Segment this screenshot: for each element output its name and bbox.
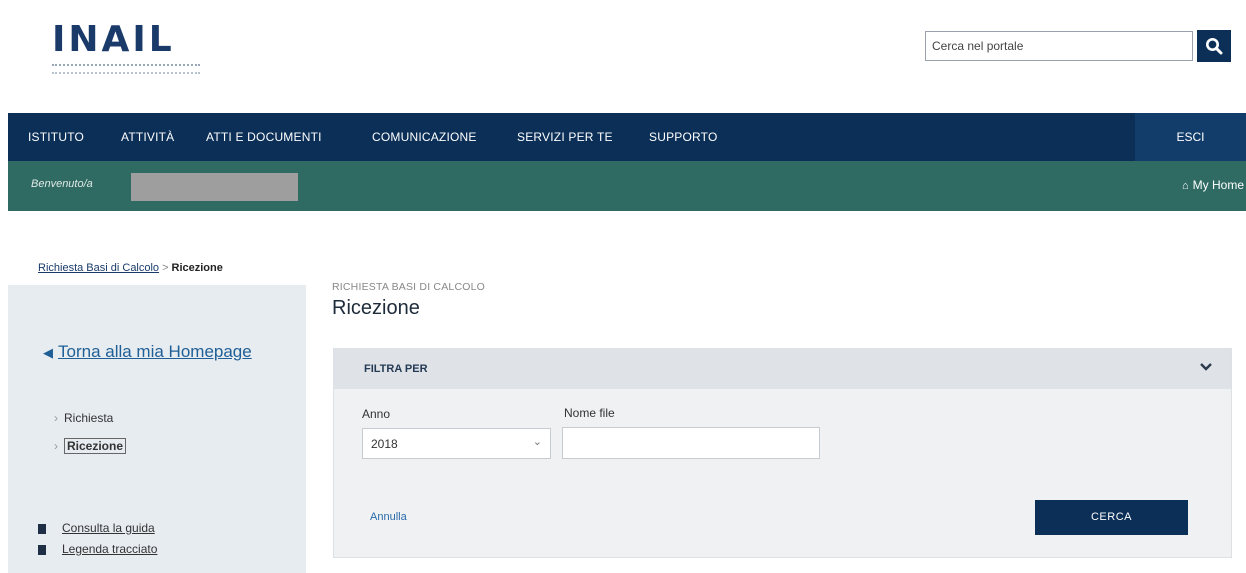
logo-subtitle (52, 64, 200, 74)
chevron-down-icon: ⌄ (532, 436, 542, 448)
anno-select[interactable]: 2018 ⌄ (362, 428, 551, 459)
nav-item-comunicazione[interactable]: COMUNICAZIONE (372, 113, 477, 161)
chevron-right-icon: › (54, 439, 58, 453)
book-icon (38, 523, 46, 534)
sidebar: ◀ Torna alla mia Homepage › Richiesta › Ric… (8, 285, 306, 573)
doc-link-label: Legenda tracciato (62, 542, 158, 556)
sidebar-item-richiesta[interactable]: › Richiesta (54, 411, 113, 425)
anno-label: Anno (362, 407, 391, 421)
back-link-label: Torna alla mia Homepage (58, 342, 252, 361)
doc-link-label: Consulta la guida (62, 521, 155, 535)
my-home-link[interactable]: ⌂ My Home (1182, 178, 1244, 192)
breadcrumb: Richiesta Basi di Calcolo > Ricezione (38, 262, 223, 274)
main-navigation: ISTITUTO ATTIVITÀ ATTI E DOCUMENTI COMUN… (8, 113, 1246, 161)
filter-panel-header[interactable]: FILTRA PER (334, 349, 1231, 389)
nome-file-label: Nome file (564, 406, 615, 420)
breadcrumb-separator: > (162, 262, 169, 274)
nome-file-input[interactable] (562, 427, 820, 459)
logout-button[interactable]: ESCI (1135, 113, 1246, 161)
filter-panel: FILTRA PER Anno 2018 ⌄ Nome file Annulla… (333, 348, 1232, 558)
sidebar-item-label: Ricezione (64, 438, 127, 454)
filter-title: FILTRA PER (364, 363, 428, 375)
chevron-right-icon: › (54, 411, 58, 425)
consulta-guida-link[interactable]: Consulta la guida (38, 521, 155, 535)
section-kicker: RICHIESTA BASI DI CALCOLO (332, 281, 486, 293)
chevron-down-icon[interactable] (1199, 360, 1213, 374)
page-title: Ricezione (332, 297, 420, 319)
user-bar: Benvenuto/a ⌂ My Home (8, 161, 1246, 211)
anno-selected-value: 2018 (371, 437, 398, 451)
legenda-tracciato-link[interactable]: Legenda tracciato (38, 542, 157, 556)
redacted-username (131, 173, 298, 201)
nav-item-attivita[interactable]: ATTIVITÀ (121, 113, 174, 161)
book-icon (38, 544, 46, 555)
sidebar-item-label: Richiesta (64, 411, 114, 425)
welcome-text: Benvenuto/a (31, 178, 93, 190)
cerca-button[interactable]: CERCA (1035, 500, 1188, 535)
home-icon: ⌂ (1182, 180, 1189, 192)
back-to-homepage-link[interactable]: ◀ Torna alla mia Homepage (43, 342, 252, 362)
nav-item-istituto[interactable]: ISTITUTO (28, 113, 84, 161)
inail-logo[interactable]: INAIL (52, 20, 212, 80)
my-home-label: My Home (1192, 178, 1244, 192)
breadcrumb-link-richiesta-basi[interactable]: Richiesta Basi di Calcolo (38, 262, 159, 274)
search-button[interactable] (1197, 30, 1231, 62)
caret-left-icon: ◀ (43, 345, 53, 360)
nav-item-servizi-per-te[interactable]: SERVIZI PER TE (517, 113, 613, 161)
sidebar-item-ricezione[interactable]: › Ricezione (54, 438, 127, 454)
annulla-link[interactable]: Annulla (370, 511, 407, 523)
breadcrumb-current: Ricezione (171, 262, 223, 274)
nav-item-supporto[interactable]: SUPPORTO (649, 113, 718, 161)
search-icon (1206, 38, 1223, 55)
nav-item-atti-e-documenti[interactable]: ATTI E DOCUMENTI (206, 113, 322, 161)
search-input[interactable]: Cerca nel portale (925, 31, 1193, 61)
logo-text: INAIL (52, 19, 175, 60)
